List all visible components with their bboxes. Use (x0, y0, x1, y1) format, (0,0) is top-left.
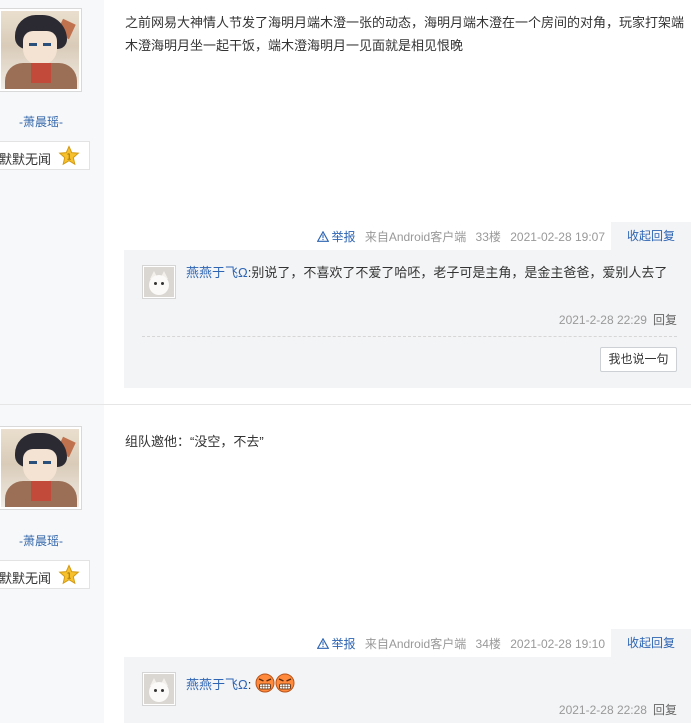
angry-face-icon (275, 673, 295, 693)
svg-text:1: 1 (66, 572, 71, 581)
reply-item: 燕燕于飞Ω: (186, 673, 682, 696)
reply-meta: 2021-2-28 22:28 回复 (559, 701, 677, 718)
cat-avatar-image (144, 674, 174, 704)
angry-face-icon (255, 673, 275, 693)
reply-link[interactable]: 回复 (653, 313, 677, 327)
reply-user-avatar[interactable] (142, 672, 176, 706)
post-time: 2021-02-28 19:10 (510, 637, 605, 651)
level-name: 默默无闻 (0, 571, 52, 586)
fold-replies-button[interactable]: 收起回复 (611, 629, 691, 657)
author-sidebar (0, 0, 104, 723)
author-avatar[interactable] (0, 426, 82, 510)
reply-item: 燕燕于飞Ω:别说了，不喜欢了不爱了哈呸，老子可是主角，是金主爸爸，爱别人去了 (186, 261, 682, 284)
reply-time: 2021-2-28 22:29 (558, 313, 647, 327)
anime-avatar-image (1, 429, 79, 507)
client-source: 来自Android客户端 (364, 230, 467, 244)
post-tail: 举报 来自Android客户端 34楼 2021-02-28 19:10 (311, 635, 605, 651)
reply-box: 燕燕于飞Ω:别说了，不喜欢了不爱了哈呸，老子可是主角，是金主爸爸，爱别人去了 2… (124, 250, 691, 388)
post-time: 2021-02-28 19:07 (510, 230, 605, 244)
reply-divider (142, 336, 677, 337)
star-badge-icon: 1 (58, 564, 80, 585)
reply-box: 燕燕于飞Ω: 2021-2-28 22:28 回复 (124, 657, 691, 723)
reply-text: : (247, 677, 252, 692)
level-name: 默默无闻 (0, 152, 52, 167)
anime-avatar-image (1, 11, 79, 89)
report-link[interactable]: 举报 (317, 230, 358, 244)
star-badge-icon: 1 (58, 145, 80, 166)
post-tail: 举报 来自Android客户端 33楼 2021-02-28 19:07 (311, 228, 605, 244)
reply-link[interactable]: 回复 (653, 703, 677, 717)
report-label: 举报 (331, 230, 356, 244)
cat-avatar-image (144, 267, 174, 297)
report-link[interactable]: 举报 (317, 637, 358, 651)
report-label: 举报 (331, 637, 356, 651)
post-divider (0, 404, 691, 405)
author-name[interactable]: -萧晨瑶- (0, 532, 82, 549)
author-name[interactable]: -萧晨瑶- (0, 113, 82, 130)
level-badge[interactable]: 默默无闻 1 (0, 141, 90, 170)
client-source: 来自Android客户端 (364, 637, 467, 651)
say-something-button[interactable]: 我也说一句 (600, 347, 677, 372)
reply-username[interactable]: 燕燕于飞Ω (186, 265, 248, 280)
post-content: 组队邀他：“没空，不去” (125, 434, 264, 449)
floor-number: 33楼 (475, 230, 501, 244)
author-avatar[interactable] (0, 8, 82, 92)
level-badge[interactable]: 默默无闻 1 (0, 560, 90, 589)
fold-replies-button[interactable]: 收起回复 (611, 222, 691, 250)
floor-number: 34楼 (475, 637, 501, 651)
warning-icon (317, 638, 330, 649)
reply-meta: 2021-2-28 22:29 回复 (559, 311, 677, 328)
svg-text:1: 1 (66, 153, 71, 162)
reply-time: 2021-2-28 22:28 (558, 703, 647, 717)
post-content: 之前网易大神情人节发了海明月端木澄一张的动态，海明月端木澄在一个房间的对角，玩家… (125, 15, 685, 53)
warning-icon (317, 231, 330, 242)
reply-user-avatar[interactable] (142, 265, 176, 299)
reply-text: :别说了，不喜欢了不爱了哈呸，老子可是主角，是金主爸爸，爱别人去了 (247, 265, 668, 280)
reply-username[interactable]: 燕燕于飞Ω (186, 677, 248, 692)
